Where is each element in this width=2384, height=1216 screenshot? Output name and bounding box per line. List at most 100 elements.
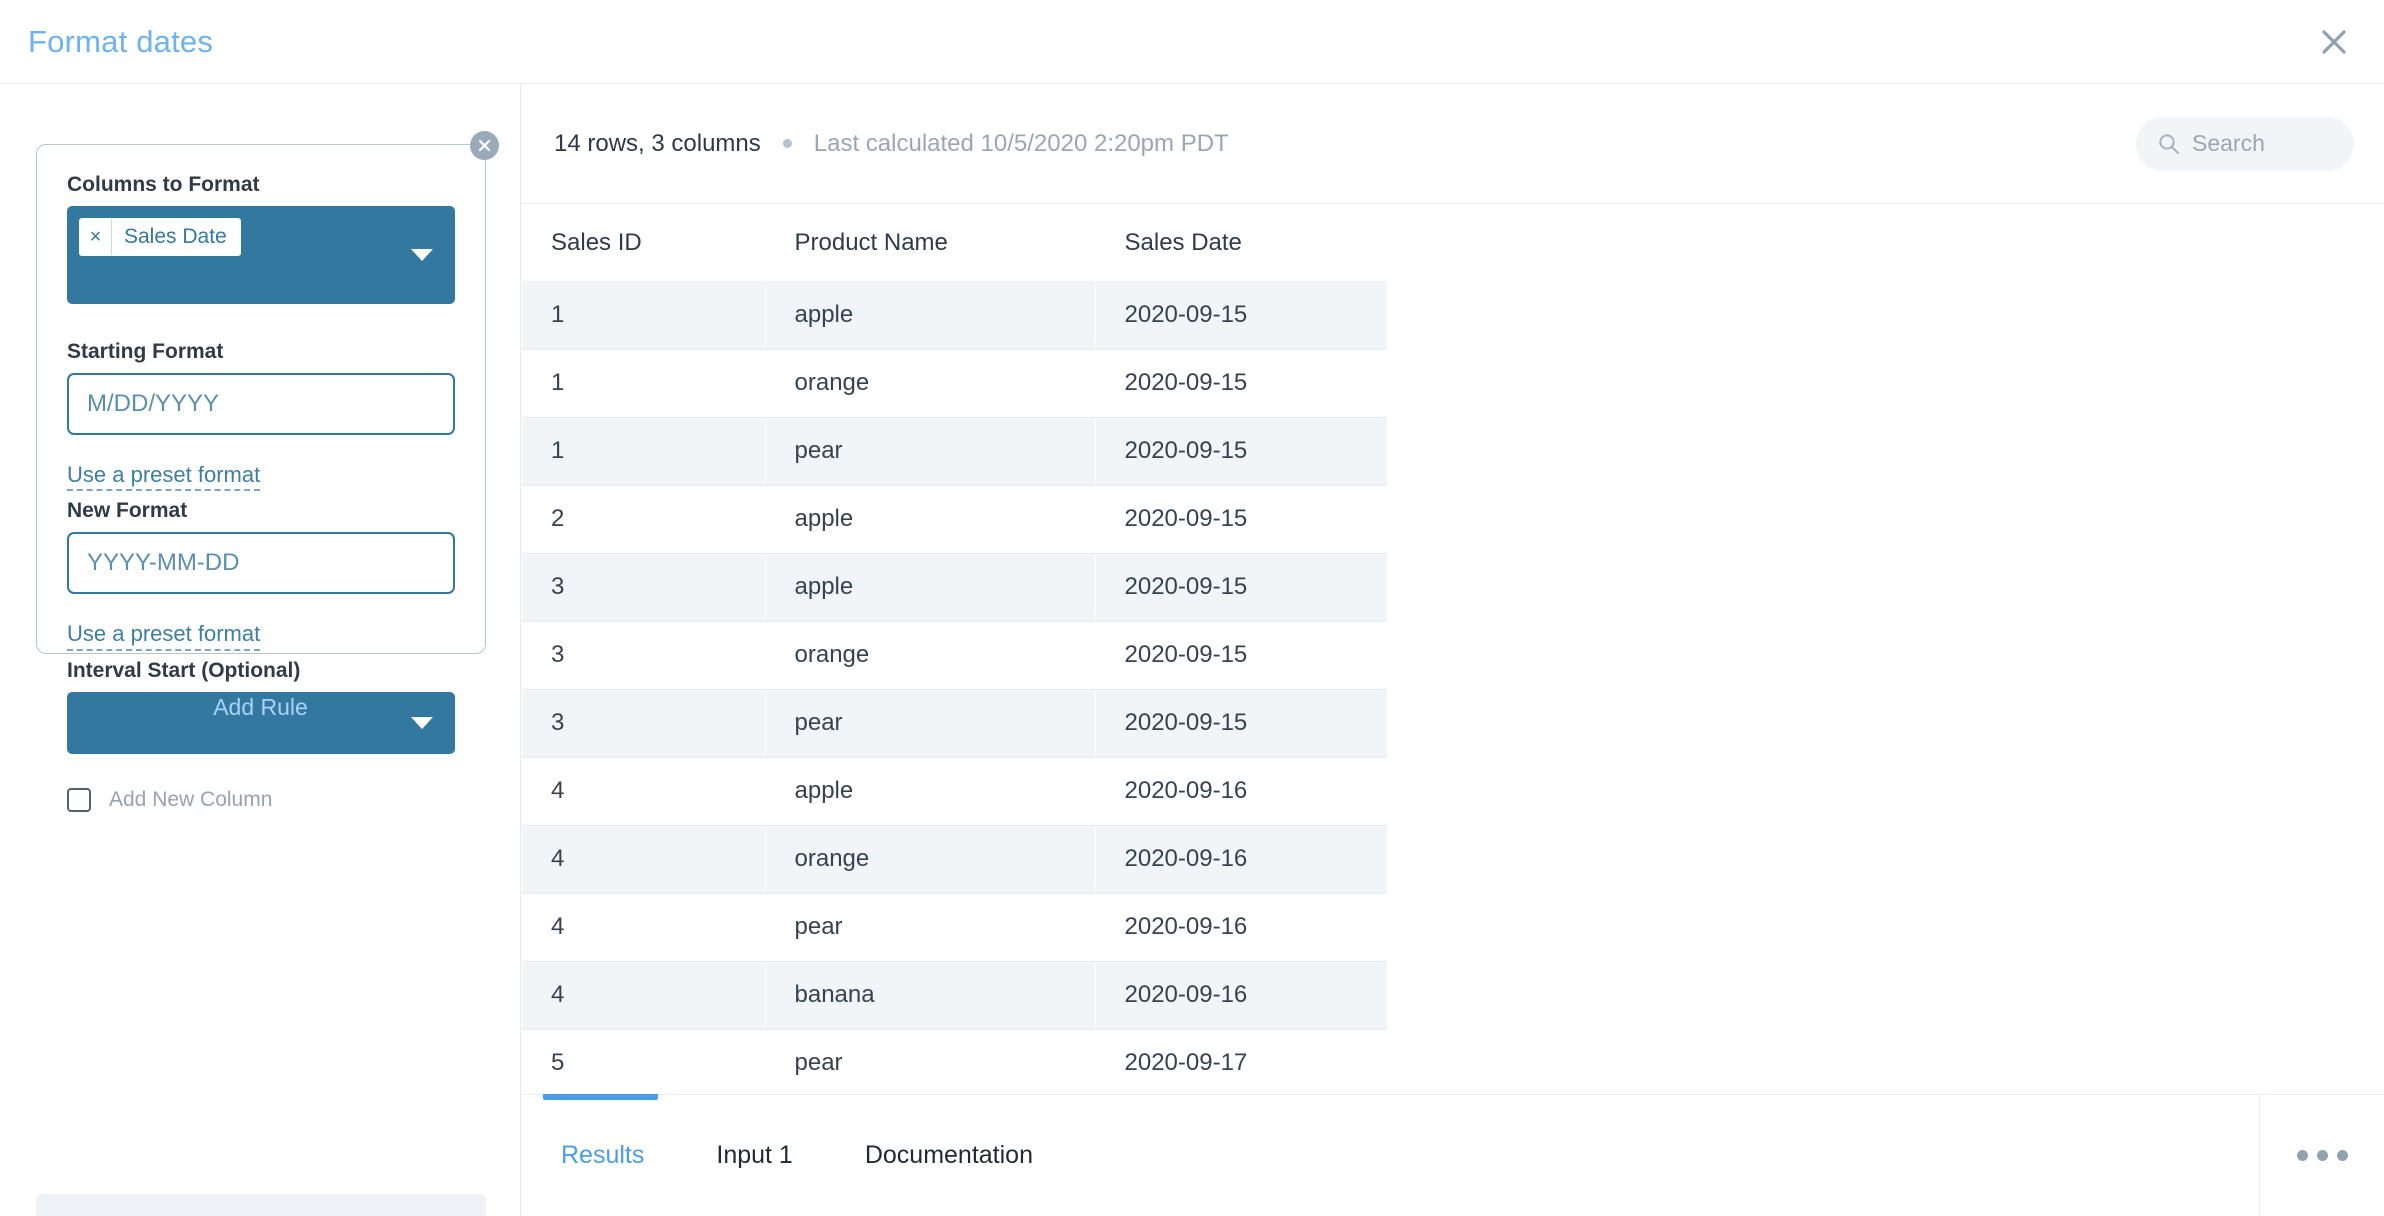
tab-results[interactable]: Results xyxy=(521,1094,680,1216)
table-cell[interactable]: 5 xyxy=(522,1029,766,1094)
table-cell[interactable]: 2020-09-15 xyxy=(1095,621,1388,690)
table-row[interactable]: 4 pear 2020-09-16 xyxy=(522,893,1388,962)
chip-label: Sales Date xyxy=(124,225,227,248)
dot xyxy=(2316,1150,2328,1161)
results-table: Sales ID Product Name Sales Date 1 apple 2… xyxy=(522,204,1388,1094)
table-row[interactable]: 1 apple 2020-09-15 xyxy=(522,281,1388,350)
starting-format-input[interactable]: M/DD/YYYY xyxy=(67,373,455,435)
table-cell[interactable]: 4 xyxy=(522,961,766,1030)
new-format-value: YYYY-MM-DD xyxy=(87,549,240,577)
new-format-input[interactable]: YYYY-MM-DD xyxy=(67,532,455,595)
table-cell[interactable]: 2020-09-15 xyxy=(1095,553,1388,622)
circle-close-icon[interactable] xyxy=(470,131,499,160)
search-input[interactable]: Search xyxy=(2136,116,2354,171)
table-cell[interactable]: 1 xyxy=(522,417,766,486)
table-cell[interactable]: orange xyxy=(765,349,1096,418)
columns-to-format-select[interactable]: × Sales Date xyxy=(67,206,455,304)
results-table-wrapper[interactable]: Sales ID Product Name Sales Date 1 apple 2… xyxy=(521,204,2384,1094)
table-cell[interactable]: 2020-09-16 xyxy=(1095,893,1388,962)
table-cell[interactable]: 2020-09-15 xyxy=(1095,417,1388,486)
table-cell[interactable]: 2020-09-15 xyxy=(1095,349,1388,418)
interval-start-label: Interval Start (Optional) xyxy=(67,658,301,682)
table-cell[interactable]: pear xyxy=(765,689,1096,758)
show-updated-results-button[interactable]: Show Updated Results xyxy=(36,1194,486,1216)
preset-format-link-starting[interactable]: Use a preset format xyxy=(67,462,261,492)
table-cell[interactable]: 2020-09-15 xyxy=(1095,485,1388,554)
table-cell[interactable]: apple xyxy=(765,757,1096,826)
rule-configuration-panel: Columns to Format × Sales Date Starting … xyxy=(0,84,521,1216)
preset-format-link-new[interactable]: Use a preset format xyxy=(67,621,261,651)
page-title: Format dates xyxy=(28,23,214,59)
results-meta: 14 rows, 3 columns Last calculated 10/5/… xyxy=(554,130,1229,158)
close-icon[interactable] xyxy=(2312,20,2356,64)
table-cell[interactable]: 2020-09-17 xyxy=(1095,1029,1388,1094)
results-table-body: 1 apple 2020-09-15 1 orange 2020-09-15 1 pear 20… xyxy=(522,281,1388,1094)
last-calculated-text: Last calculated 10/5/2020 2:20pm PDT xyxy=(813,129,1229,157)
column-chip-sales-date[interactable]: × Sales Date xyxy=(79,218,241,256)
new-format-label: New Format xyxy=(67,499,188,523)
tab-input-1[interactable]: Input 1 xyxy=(680,1095,828,1216)
table-row[interactable]: 4 apple 2020-09-16 xyxy=(522,757,1388,826)
dialog-titlebar: Format dates xyxy=(0,0,2384,84)
table-cell[interactable]: 2020-09-16 xyxy=(1095,757,1388,826)
starting-format-label: Starting Format xyxy=(67,340,224,363)
table-row[interactable]: 4 orange 2020-09-16 xyxy=(522,825,1388,894)
search-placeholder: Search xyxy=(2192,130,2265,156)
table-cell[interactable]: pear xyxy=(765,1029,1096,1094)
format-rule-card: Columns to Format × Sales Date Starting … xyxy=(36,131,499,812)
results-toolbar: 14 rows, 3 columns Last calculated 10/5/… xyxy=(521,84,2384,204)
row-column-count: 14 rows, 3 columns xyxy=(554,129,761,157)
tab-documentation[interactable]: Documentation xyxy=(829,1095,1069,1216)
format-dates-dialog: Format dates Columns to Format × Sales D… xyxy=(0,0,2384,1216)
table-cell[interactable]: 2 xyxy=(522,485,766,554)
add-new-column-row[interactable]: Add New Column xyxy=(67,787,455,812)
table-cell[interactable]: apple xyxy=(765,281,1096,350)
column-header-product-name[interactable]: Product Name xyxy=(765,204,1096,281)
starting-format-value: M/DD/YYYY xyxy=(87,390,220,417)
table-header-row: Sales ID Product Name Sales Date xyxy=(522,204,1388,281)
table-cell[interactable]: orange xyxy=(765,621,1096,690)
table-row[interactable]: 4 banana 2020-09-16 xyxy=(522,961,1388,1030)
table-cell[interactable]: pear xyxy=(765,893,1096,962)
table-cell[interactable]: 2020-09-16 xyxy=(1095,961,1388,1030)
column-header-sales-date[interactable]: Sales Date xyxy=(1095,204,1388,281)
table-cell[interactable]: 4 xyxy=(522,825,766,894)
results-tabbar: Results Input 1 Documentation xyxy=(521,1094,2384,1216)
table-row[interactable]: 2 apple 2020-09-15 xyxy=(522,485,1388,554)
table-cell[interactable]: 3 xyxy=(522,689,766,758)
table-cell[interactable]: pear xyxy=(765,417,1096,486)
table-cell[interactable]: 4 xyxy=(522,757,766,826)
table-cell[interactable]: 2020-09-15 xyxy=(1095,281,1388,350)
chevron-down-icon[interactable] xyxy=(411,249,433,261)
table-cell[interactable]: 4 xyxy=(522,893,766,962)
results-panel: 14 rows, 3 columns Last calculated 10/5/… xyxy=(521,84,2384,1216)
tab-list: Results Input 1 Documentation xyxy=(521,1094,2384,1216)
table-cell[interactable]: 3 xyxy=(522,621,766,690)
table-cell[interactable]: 2020-09-16 xyxy=(1095,825,1388,894)
add-rule-button[interactable]: Add Rule xyxy=(0,694,521,721)
table-cell[interactable]: 1 xyxy=(522,281,766,350)
table-row[interactable]: 3 pear 2020-09-15 xyxy=(522,689,1388,758)
table-row[interactable]: 3 orange 2020-09-15 xyxy=(522,621,1388,690)
chip-remove-icon[interactable]: × xyxy=(80,219,112,255)
table-row[interactable]: 1 pear 2020-09-15 xyxy=(522,417,1388,486)
column-header-sales-id[interactable]: Sales ID xyxy=(522,204,766,281)
table-cell[interactable]: 2020-09-15 xyxy=(1095,689,1388,758)
meta-separator-dot xyxy=(782,139,792,148)
table-cell[interactable]: apple xyxy=(765,485,1096,554)
table-cell[interactable]: orange xyxy=(765,825,1096,894)
add-new-column-label: Add New Column xyxy=(109,787,273,811)
table-cell[interactable]: 3 xyxy=(522,553,766,622)
dot xyxy=(2336,1150,2348,1161)
table-cell[interactable]: apple xyxy=(765,553,1096,622)
table-cell[interactable]: banana xyxy=(765,961,1096,1030)
table-cell[interactable]: 1 xyxy=(522,349,766,418)
add-new-column-checkbox[interactable] xyxy=(67,787,91,812)
columns-to-format-label: Columns to Format xyxy=(67,173,260,196)
more-horizontal-icon[interactable] xyxy=(2259,1095,2384,1216)
dot xyxy=(2296,1150,2308,1161)
table-row[interactable]: 3 apple 2020-09-15 xyxy=(522,553,1388,622)
table-row[interactable]: 5 pear 2020-09-17 xyxy=(522,1029,1388,1094)
table-row[interactable]: 1 orange 2020-09-15 xyxy=(522,349,1388,418)
search-icon xyxy=(2159,133,2179,154)
